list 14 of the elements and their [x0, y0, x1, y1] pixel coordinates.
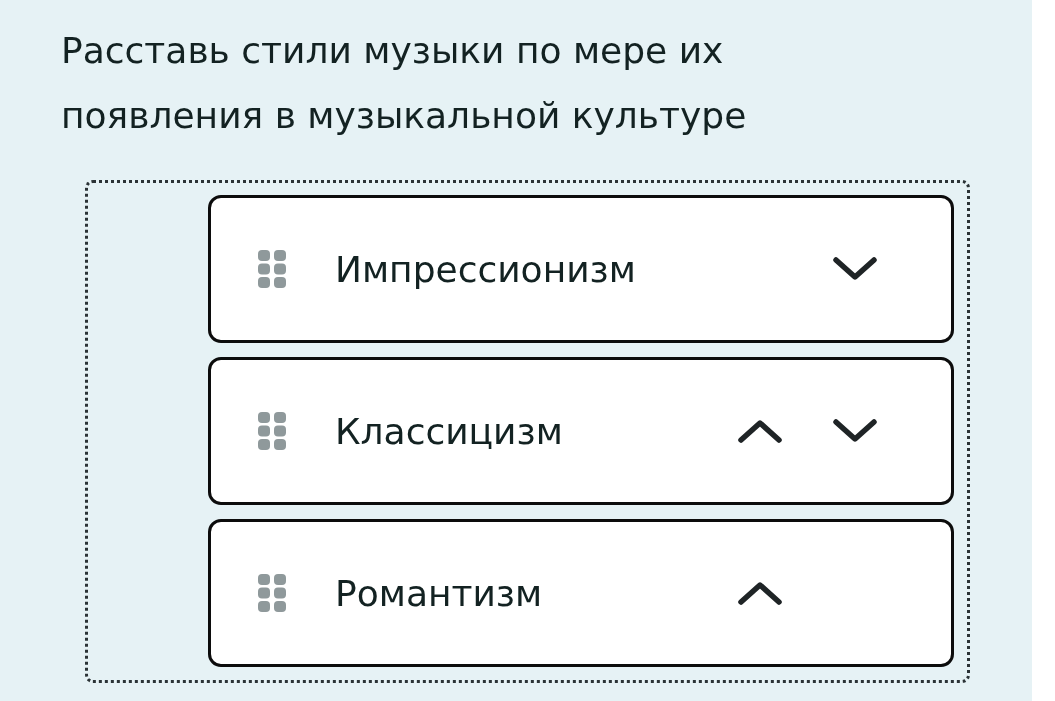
- sortable-card[interactable]: Импрессионизм: [208, 195, 954, 343]
- drag-handle-icon[interactable]: [258, 412, 286, 450]
- item-label: Классицизм: [335, 410, 563, 452]
- chevron-down-icon: [833, 419, 877, 443]
- item-label: Импрессионизм: [335, 248, 636, 290]
- chevron-up-icon: [738, 581, 782, 605]
- sortable-card[interactable]: Романтизм: [208, 519, 954, 667]
- question-text: Расставь стили музыки по мере их появления в музыкальной культуре: [61, 29, 748, 138]
- chevron-down-icon: [833, 257, 877, 281]
- drag-handle-icon[interactable]: [258, 250, 286, 288]
- chevron-up-icon: [738, 419, 782, 443]
- drag-handle-icon[interactable]: [258, 574, 286, 612]
- sortable-card[interactable]: Классицизм: [208, 357, 954, 505]
- item-label: Романтизм: [335, 572, 543, 614]
